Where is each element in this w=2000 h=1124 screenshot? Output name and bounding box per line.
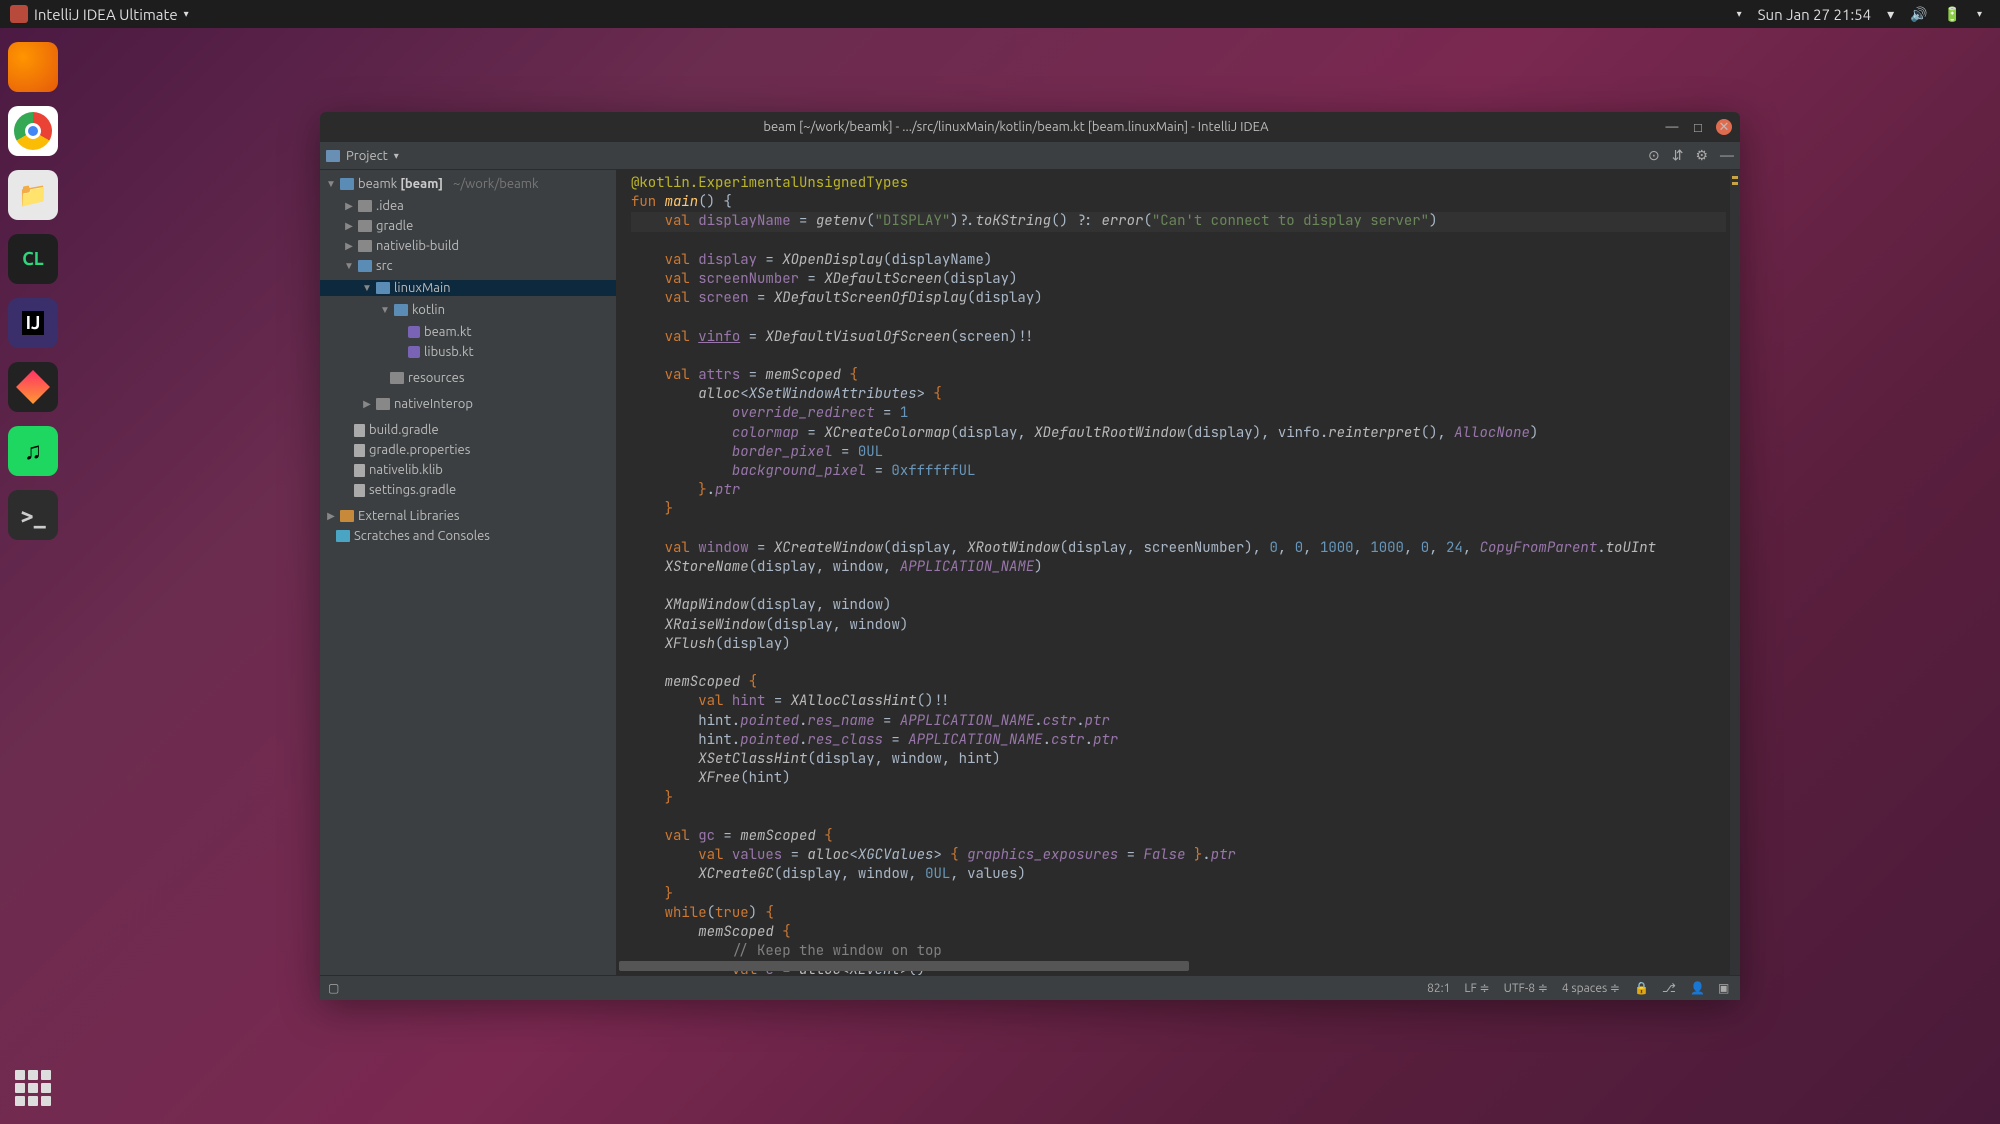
statusbar-memory-icon[interactable]: ▣ <box>1718 981 1732 995</box>
dock-toolbox[interactable] <box>8 362 58 412</box>
window-titlebar[interactable]: beam [~/work/beamk] - .../src/linuxMain/… <box>320 112 1740 142</box>
hide-icon[interactable]: — <box>1720 147 1734 164</box>
code-editor[interactable]: @kotlin.ExperimentalUnsignedTypes fun ma… <box>617 170 1740 975</box>
tree-beam-kt[interactable]: beam.kt <box>320 324 616 340</box>
app-menu-dropdown-icon[interactable]: ▾ <box>184 8 189 20</box>
tree-build-gradle[interactable]: build.gradle <box>320 422 616 438</box>
tree-gradle-properties[interactable]: gradle.properties <box>320 442 616 458</box>
statusbar-inspection-icon[interactable]: 👤 <box>1690 981 1704 995</box>
statusbar-indent[interactable]: 4 spaces ≑ <box>1562 981 1620 995</box>
tree-idea[interactable]: ▶.idea <box>320 198 616 214</box>
input-source-dropdown-icon[interactable]: ▾ <box>1737 8 1742 20</box>
dock-chrome[interactable] <box>8 106 58 156</box>
close-button[interactable]: ✕ <box>1716 119 1732 135</box>
locate-icon[interactable]: ⊙ <box>1648 147 1660 164</box>
statusbar: ▢ 82:1 LF ≑ UTF-8 ≑ 4 spaces ≑ 🔒 ⎇ 👤 ▣ <box>320 975 1740 1000</box>
maximize-button[interactable]: □ <box>1690 119 1706 135</box>
system-menu-dropdown-icon[interactable]: ▾ <box>1977 8 1982 20</box>
active-app-name[interactable]: IntelliJ IDEA Ultimate <box>34 6 178 23</box>
tree-kotlin[interactable]: ▼kotlin <box>320 302 616 318</box>
system-top-panel: IntelliJ IDEA Ultimate ▾ ▾ Sun Jan 27 21… <box>0 0 2000 28</box>
dock-spotify[interactable]: ♫ <box>8 426 58 476</box>
volume-icon[interactable]: 🔊 <box>1910 6 1927 23</box>
minimize-button[interactable]: — <box>1664 119 1680 135</box>
dock-clion[interactable]: CL <box>8 234 58 284</box>
settings-gear-icon[interactable]: ⚙ <box>1695 147 1708 164</box>
intellij-window: beam [~/work/beamk] - .../src/linuxMain/… <box>320 112 1740 1000</box>
tree-gradle[interactable]: ▶gradle <box>320 218 616 234</box>
app-indicator-icon <box>10 5 28 23</box>
collapse-icon[interactable]: ⇵ <box>1672 147 1684 164</box>
statusbar-readonly-icon[interactable]: 🔒 <box>1634 981 1648 995</box>
tree-src[interactable]: ▼src <box>320 258 616 274</box>
project-dropdown-icon[interactable]: ▾ <box>394 150 399 162</box>
tree-scratches[interactable]: Scratches and Consoles <box>320 528 616 544</box>
project-tool-header: Project ▾ ⊙ ⇵ ⚙ — <box>320 142 1740 170</box>
tree-nativelib-build[interactable]: ▶nativelib-build <box>320 238 616 254</box>
tree-settings-gradle[interactable]: settings.gradle <box>320 482 616 498</box>
statusbar-line-separator[interactable]: LF ≑ <box>1464 981 1489 995</box>
dock-firefox[interactable] <box>8 42 58 92</box>
tree-root[interactable]: ▼ beamk [beam] ~/work/beamk <box>320 176 616 192</box>
editor-horizontal-scrollbar[interactable] <box>619 961 1189 971</box>
tree-external-libraries[interactable]: ▶External Libraries <box>320 508 616 524</box>
tree-nativeinterop[interactable]: ▶nativeInterop <box>320 396 616 412</box>
launcher-dock: 📁 CL IJ ♫ >_ <box>0 28 66 1124</box>
project-tree[interactable]: ▼ beamk [beam] ~/work/beamk ▶.idea ▶grad… <box>320 170 617 975</box>
clock[interactable]: Sun Jan 27 21:54 <box>1758 6 1871 23</box>
project-tool-label[interactable]: Project <box>346 149 388 163</box>
dock-intellij[interactable]: IJ <box>8 298 58 348</box>
dock-terminal[interactable]: >_ <box>8 490 58 540</box>
project-folder-icon <box>326 150 340 162</box>
window-title: beam [~/work/beamk] - .../src/linuxMain/… <box>763 120 1268 134</box>
battery-icon[interactable]: 🔋 <box>1944 6 1961 23</box>
tool-windows-icon[interactable]: ▢ <box>328 981 342 995</box>
dock-show-applications[interactable] <box>15 1070 51 1106</box>
dock-files[interactable]: 📁 <box>8 170 58 220</box>
tree-libusb-kt[interactable]: libusb.kt <box>320 344 616 360</box>
network-icon[interactable]: ▾ <box>1887 6 1894 23</box>
editor-error-stripe[interactable] <box>1730 170 1740 975</box>
tree-resources[interactable]: resources <box>320 370 616 386</box>
statusbar-encoding[interactable]: UTF-8 ≑ <box>1504 981 1548 995</box>
statusbar-caret-position[interactable]: 82:1 <box>1427 982 1450 995</box>
tree-linuxmain[interactable]: ▼linuxMain <box>320 280 616 296</box>
tree-nativelib-klib[interactable]: nativelib.klib <box>320 462 616 478</box>
statusbar-git-icon[interactable]: ⎇ <box>1662 981 1676 995</box>
